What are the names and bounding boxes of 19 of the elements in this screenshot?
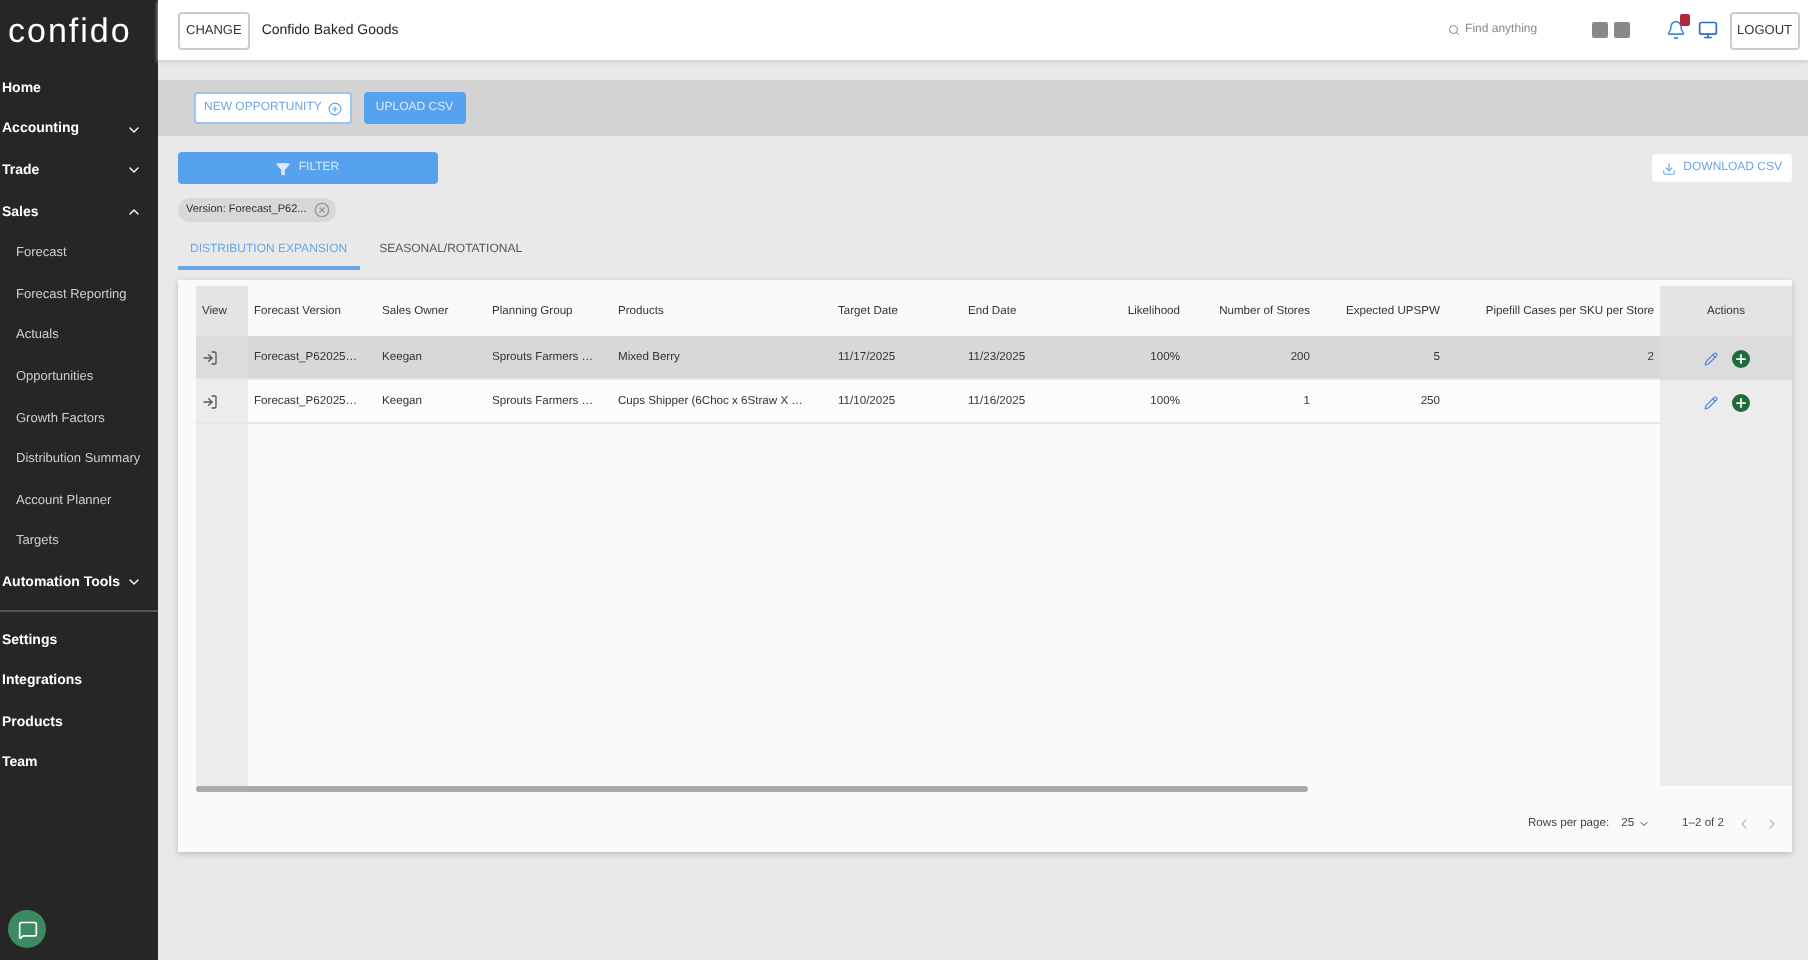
caret-icon <box>1638 818 1651 830</box>
chat-button[interactable] <box>8 910 46 948</box>
logo: confido <box>6 10 134 54</box>
edit-icon[interactable] <box>1703 351 1717 365</box>
search-icon <box>1447 24 1460 36</box>
add-icon[interactable] <box>1731 393 1749 411</box>
notification-icon[interactable] <box>1665 20 1686 40</box>
add-icon[interactable] <box>1731 349 1749 367</box>
enter-icon[interactable] <box>202 349 218 365</box>
download-icon <box>1661 161 1676 175</box>
enter-icon[interactable] <box>202 393 218 409</box>
key-icon <box>1591 22 1608 38</box>
filter-icon <box>276 161 291 175</box>
key-icon <box>1613 22 1630 38</box>
monitor-icon[interactable] <box>1697 20 1718 40</box>
plus-circle-icon <box>327 101 342 115</box>
edit-icon[interactable] <box>1703 395 1717 409</box>
chat-icon <box>17 919 37 939</box>
scrollbar[interactable] <box>196 786 1308 792</box>
